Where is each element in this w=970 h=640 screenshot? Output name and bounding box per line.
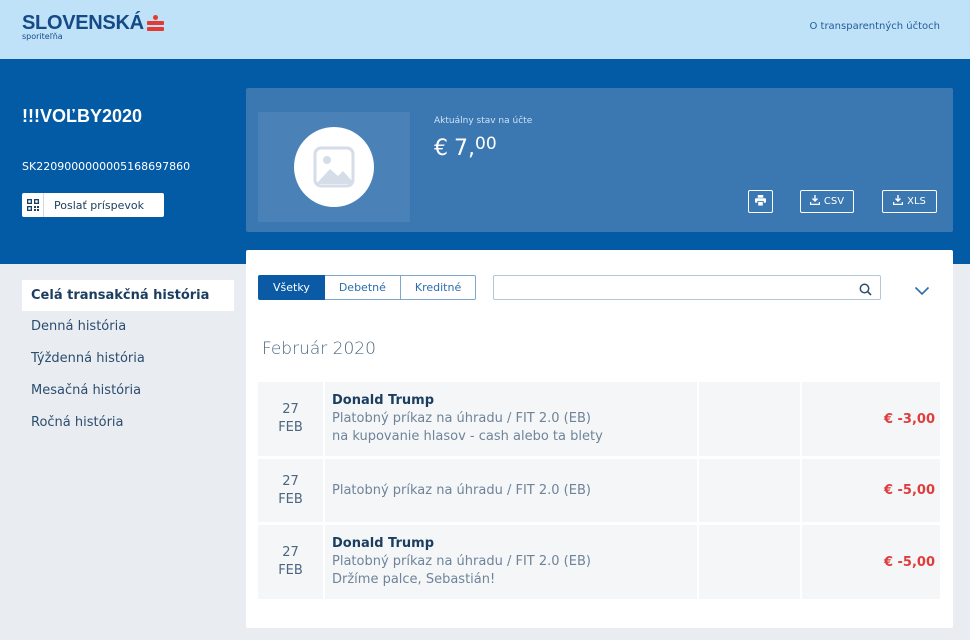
balance-currency: €	[434, 136, 448, 161]
transaction-row[interactable]: 27 FEB Donald Trump Platobný príkaz na ú…	[258, 525, 940, 599]
transaction-month: FEB	[278, 420, 303, 435]
transparent-accounts-link[interactable]: O transparentných účtoch	[809, 21, 940, 32]
sidebar-item-monthly-history[interactable]: Mesačná história	[22, 375, 234, 407]
download-icon	[892, 195, 904, 208]
month-heading: Február 2020	[262, 339, 376, 359]
transaction-counterparty: Donald Trump	[332, 536, 434, 551]
top-header: SLOVENSKÁ sporiteľňa O transparentných ú…	[0, 0, 970, 59]
transaction-date: 27 FEB	[258, 459, 325, 522]
transaction-date: 27 FEB	[258, 525, 325, 599]
transaction-row[interactable]: 27 FEB Platobný príkaz na úhradu / FIT 2…	[258, 459, 940, 522]
transaction-type: Platobný príkaz na úhradu / FIT 2.0 (EB)	[332, 554, 591, 569]
transaction-amount: € -5,00	[883, 483, 935, 498]
balance-decimal: 00	[475, 134, 497, 154]
send-contribution-button[interactable]: Poslať príspevok	[22, 193, 164, 217]
transaction-day: 27	[282, 402, 299, 417]
print-button[interactable]	[748, 190, 773, 213]
brand-logo[interactable]: SLOVENSKÁ sporiteľňa	[22, 12, 164, 41]
history-sidebar: Celá transakčná história Denná história …	[22, 280, 234, 439]
transaction-spacer	[699, 525, 802, 599]
transaction-counterparty: Donald Trump	[332, 393, 434, 408]
transaction-details: Platobný príkaz na úhradu / FIT 2.0 (EB)	[325, 459, 699, 522]
export-xls-button[interactable]: XLS	[882, 190, 937, 213]
filter-all-tab[interactable]: Všetky	[258, 275, 325, 300]
balance-integer: 7,	[454, 136, 475, 161]
filter-debit-tab[interactable]: Debetné	[324, 275, 401, 300]
transaction-list: 27 FEB Donald Trump Platobný príkaz na ú…	[258, 382, 940, 602]
transaction-spacer	[699, 382, 802, 456]
image-placeholder-icon	[294, 127, 374, 207]
transaction-note: na kupovanie hlasov - cash alebo ta blet…	[332, 429, 603, 444]
transaction-day: 27	[282, 473, 299, 489]
transaction-row[interactable]: 27 FEB Donald Trump Platobný príkaz na ú…	[258, 382, 940, 456]
transaction-type: Platobný príkaz na úhradu / FIT 2.0 (EB)	[332, 411, 591, 426]
export-csv-button[interactable]: CSV	[800, 190, 854, 213]
transaction-filter-tabs: Všetky Debetné Kreditné	[258, 275, 477, 300]
print-icon	[755, 194, 766, 209]
search-icon[interactable]	[859, 281, 872, 300]
sidebar-item-full-history[interactable]: Celá transakčná história	[22, 280, 234, 311]
export-xls-label: XLS	[907, 196, 926, 207]
export-csv-label: CSV	[823, 196, 845, 207]
account-avatar	[258, 112, 410, 222]
chevron-down-icon[interactable]	[914, 281, 930, 300]
transaction-month: FEB	[278, 491, 303, 507]
sidebar-item-weekly-history[interactable]: Týždenná história	[22, 343, 234, 375]
sidebar-item-yearly-history[interactable]: Ročná história	[22, 407, 234, 439]
download-icon	[809, 195, 821, 208]
transaction-details: Donald Trump Platobný príkaz na úhradu /…	[325, 525, 699, 599]
balance-value: €7,00	[434, 134, 497, 161]
transaction-month: FEB	[278, 563, 303, 578]
search-input[interactable]	[493, 275, 881, 300]
send-contribution-label: Poslať príspevok	[54, 198, 144, 212]
qr-code-icon	[22, 193, 44, 217]
transactions-panel: Všetky Debetné Kreditné Február 2020 27 …	[246, 250, 953, 628]
transaction-date: 27 FEB	[258, 382, 325, 456]
balance-label: Aktuálny stav na účte	[434, 116, 533, 126]
transaction-spacer	[699, 459, 802, 522]
account-name: !!!VOĽBY2020	[22, 106, 143, 126]
brand-mark-icon	[146, 15, 164, 32]
transaction-note: Držíme palce, Sebastián!	[332, 572, 496, 587]
sidebar-item-daily-history[interactable]: Denná história	[22, 311, 234, 343]
account-iban: SK2209000000005168697860	[22, 160, 191, 173]
filter-credit-tab[interactable]: Kreditné	[400, 275, 477, 300]
transaction-details: Donald Trump Platobný príkaz na úhradu /…	[325, 382, 699, 456]
transaction-amount: € -5,00	[883, 554, 935, 570]
transaction-day: 27	[282, 545, 299, 560]
transaction-amount: € -3,00	[883, 411, 935, 427]
balance-panel: Aktuálny stav na účte €7,00 CSV XLS	[246, 88, 953, 232]
transaction-type: Platobný príkaz na úhradu / FIT 2.0 (EB)	[332, 482, 591, 498]
